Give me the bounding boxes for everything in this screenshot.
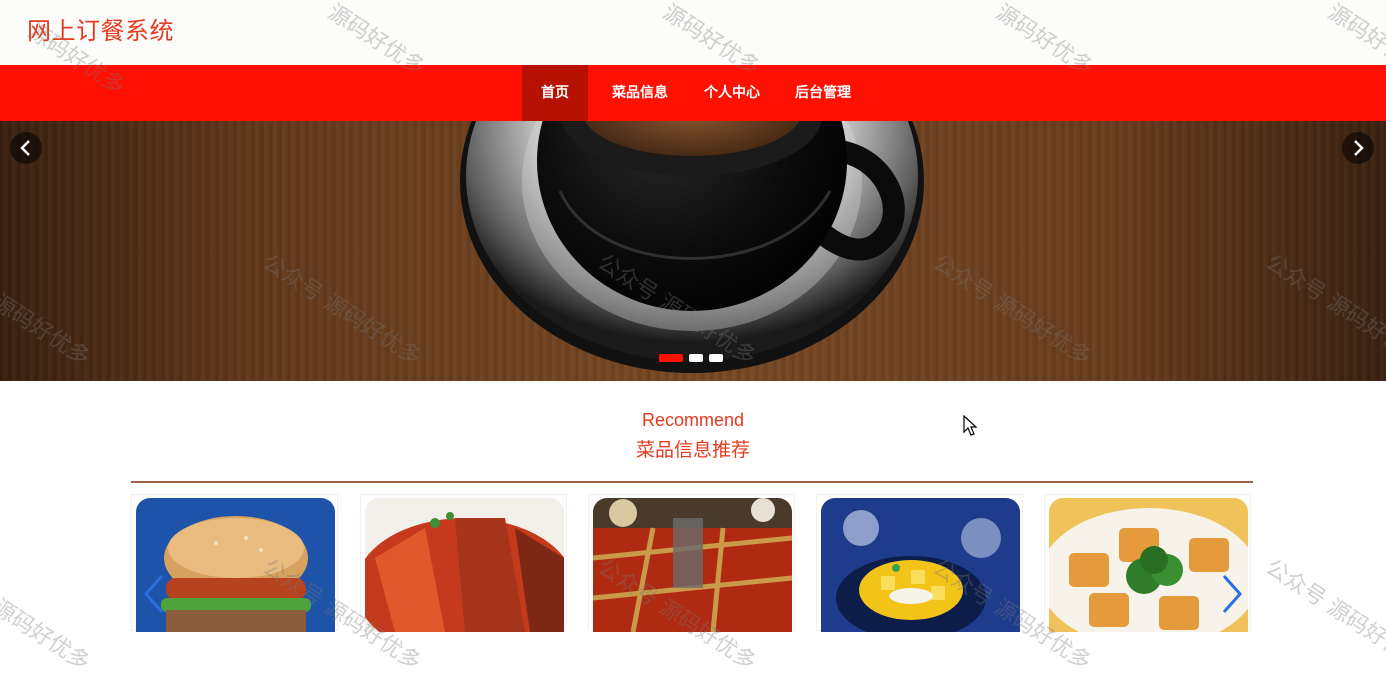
- dish-card[interactable]: [816, 494, 1023, 632]
- nav-item-home[interactable]: 首页: [522, 65, 588, 121]
- section-title-cn: 菜品信息推荐: [635, 439, 750, 461]
- recommend-next-button[interactable]: [1220, 572, 1246, 616]
- nav-item-profile[interactable]: 个人中心: [692, 65, 772, 121]
- site-logo-title[interactable]: 网上订餐系统: [27, 11, 174, 46]
- dish-image-hotpot[interactable]: [593, 498, 792, 632]
- top-header: 网上订餐系统: [0, 0, 1386, 65]
- watermark: 公众号 源码好优多: [1261, 555, 1386, 676]
- banner-next-button[interactable]: [1342, 132, 1374, 164]
- section-divider: [131, 481, 1253, 483]
- watermark: 源码好优多: [0, 595, 94, 676]
- main-nav: 首页 菜品信息 个人中心 后台管理: [0, 65, 1386, 121]
- nav-item-dishes[interactable]: 菜品信息: [600, 65, 680, 121]
- chevron-left-icon: [143, 575, 164, 613]
- dish-image-stuffed-tofu[interactable]: [1049, 498, 1248, 632]
- dish-card[interactable]: [588, 494, 795, 632]
- carousel-dot-2[interactable]: [689, 354, 703, 362]
- chevron-right-icon: [1354, 140, 1364, 156]
- chevron-left-icon: [20, 140, 30, 156]
- mouse-cursor-icon: [963, 415, 978, 436]
- coffee-cup-image: [460, 121, 924, 373]
- recommend-prev-button[interactable]: [140, 572, 166, 616]
- carousel-dot-1[interactable]: [659, 354, 683, 362]
- section-title-en: Recommend: [641, 410, 745, 430]
- hero-carousel[interactable]: [0, 121, 1386, 381]
- dish-image-sliced-meat[interactable]: [365, 498, 564, 632]
- nav-item-admin[interactable]: 后台管理: [783, 65, 863, 121]
- dish-image-mango-dessert[interactable]: [821, 498, 1020, 632]
- carousel-dot-3[interactable]: [709, 354, 723, 362]
- chevron-right-icon: [1222, 575, 1243, 613]
- dish-card[interactable]: [360, 494, 567, 632]
- banner-prev-button[interactable]: [10, 132, 42, 164]
